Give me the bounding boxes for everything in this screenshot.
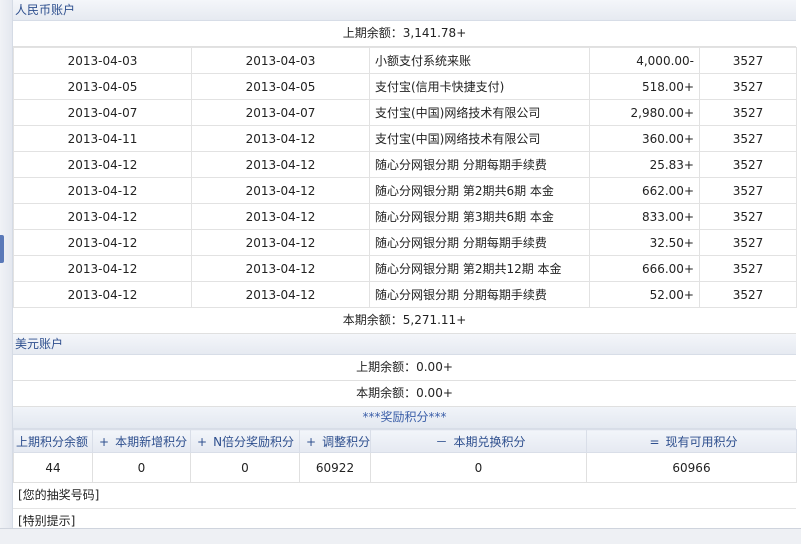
description-cell: 支付宝(信用卡快捷支付)	[369, 73, 590, 100]
usd-account-header: 美元账户	[13, 334, 796, 355]
table-row: 2013-04-12 2013-04-12 随心分网银分期 分期每期手续费 25.83…	[13, 151, 797, 178]
description-cell: 随心分网银分期 第2期共6期 本金	[369, 177, 590, 204]
amount-cell: 833.00+	[589, 203, 700, 230]
points-header-cell: － 本期兑换积分	[370, 429, 587, 453]
amount-cell: 52.00+	[589, 281, 700, 308]
points-header-cell: 上期积分余额	[13, 429, 93, 453]
points-header-label: N倍分奖励积分	[213, 434, 295, 449]
table-row: 2013-04-12 2013-04-12 随心分网银分期 第3期共6期 本金 833…	[13, 203, 797, 230]
table-row: 2013-04-07 2013-04-07 支付宝(中国)网络技术有限公司 2,980…	[13, 99, 797, 126]
points-value-cell: 0	[370, 452, 587, 483]
posting-date-cell: 2013-04-12	[191, 255, 370, 282]
transaction-date-cell: 2013-04-03	[13, 47, 192, 74]
points-operator: +	[197, 434, 208, 449]
description-cell: 随心分网银分期 分期每期手续费	[369, 229, 590, 256]
table-row: 2013-04-12 2013-04-12 随心分网银分期 第2期共12期 本金 66…	[13, 255, 797, 282]
rmb-closing-balance: 本期余额：5,271.11+	[13, 308, 796, 334]
points-header-label: 现有可用积分	[665, 434, 738, 449]
points-value-cell: 0	[190, 452, 300, 483]
points-header-label: 调整积分	[322, 434, 371, 449]
usd-closing-balance: 本期余额：0.00+	[13, 381, 796, 407]
points-operator: =	[649, 434, 660, 449]
amount-cell: 25.83+	[589, 151, 700, 178]
transaction-date-cell: 2013-04-12	[13, 177, 192, 204]
transaction-date-cell: 2013-04-12	[13, 151, 192, 178]
posting-date-cell: 2013-04-05	[191, 73, 370, 100]
card-suffix-cell: 3527	[699, 177, 797, 204]
points-header-cell: = 现有可用积分	[586, 429, 797, 453]
transaction-date-cell: 2013-04-12	[13, 281, 192, 308]
description-cell: 小额支付系统来账	[369, 47, 590, 74]
card-suffix-cell: 3527	[699, 125, 797, 152]
points-value-cell: 0	[92, 452, 191, 483]
rmb-opening-balance: 上期余额：3,141.78+	[13, 21, 796, 47]
points-table: 上期积分余额 + 本期新增积分 + N倍分奖励积分 + 调整积分 － 本期兑换积分 = 现有可用积分…	[13, 429, 797, 483]
amount-cell: 666.00+	[589, 255, 700, 282]
table-row: 2013-04-11 2013-04-12 支付宝(中国)网络技术有限公司 360.0…	[13, 125, 797, 152]
usd-opening-balance: 上期余额：0.00+	[13, 355, 796, 381]
posting-date-cell: 2013-04-12	[191, 177, 370, 204]
amount-cell: 4,000.00-	[589, 47, 700, 74]
points-header-label: 本期新增积分	[115, 434, 188, 449]
description-cell: 随心分网银分期 第3期共6期 本金	[369, 203, 590, 230]
amount-cell: 518.00+	[589, 73, 700, 100]
table-row: 2013-04-05 2013-04-05 支付宝(信用卡快捷支付) 518.00+ 3…	[13, 73, 797, 100]
transaction-date-cell: 2013-04-07	[13, 99, 192, 126]
posting-date-cell: 2013-04-12	[191, 151, 370, 178]
card-suffix-cell: 3527	[699, 99, 797, 126]
bottom-scrollbar[interactable]	[0, 528, 801, 544]
posting-date-cell: 2013-04-03	[191, 47, 370, 74]
transaction-date-cell: 2013-04-12	[13, 203, 192, 230]
amount-cell: 32.50+	[589, 229, 700, 256]
points-operator: －	[435, 434, 448, 449]
transaction-date-cell: 2013-04-05	[13, 73, 192, 100]
amount-cell: 360.00+	[589, 125, 700, 152]
points-section-title: ***奖励积分***	[13, 407, 796, 429]
table-row: 2013-04-12 2013-04-12 随心分网银分期 分期每期手续费 52.00…	[13, 281, 797, 308]
card-suffix-cell: 3527	[699, 73, 797, 100]
left-edge-panel	[0, 0, 13, 543]
points-header-cell: + 本期新增积分	[92, 429, 191, 453]
rmb-transaction-table: 2013-04-03 2013-04-03 小额支付系统来账 4,000.00- 352…	[13, 47, 797, 308]
card-suffix-cell: 3527	[699, 151, 797, 178]
amount-cell: 2,980.00+	[589, 99, 700, 126]
description-cell: 随心分网银分期 第2期共12期 本金	[369, 255, 590, 282]
statement-content: 人民币账户 上期余额：3,141.78+ 2013-04-03 2013-04-0…	[13, 0, 797, 535]
card-suffix-cell: 3527	[699, 229, 797, 256]
table-row: 2013-04-03 2013-04-03 小额支付系统来账 4,000.00- 352…	[13, 47, 797, 74]
transaction-date-cell: 2013-04-11	[13, 125, 192, 152]
description-cell: 支付宝(中国)网络技术有限公司	[369, 125, 590, 152]
transaction-date-cell: 2013-04-12	[13, 255, 192, 282]
description-cell: 随心分网银分期 分期每期手续费	[369, 151, 590, 178]
points-value-cell: 60922	[299, 452, 371, 483]
posting-date-cell: 2013-04-12	[191, 203, 370, 230]
card-suffix-cell: 3527	[699, 203, 797, 230]
points-header-cell: + 调整积分	[299, 429, 371, 453]
table-row: 2013-04-12 2013-04-12 随心分网银分期 第2期共6期 本金 662…	[13, 177, 797, 204]
transaction-date-cell: 2013-04-12	[13, 229, 192, 256]
posting-date-cell: 2013-04-07	[191, 99, 370, 126]
panel-collapse-handle[interactable]	[0, 235, 4, 263]
posting-date-cell: 2013-04-12	[191, 125, 370, 152]
table-row: 2013-04-12 2013-04-12 随心分网银分期 分期每期手续费 32.50…	[13, 229, 797, 256]
amount-cell: 662.00+	[589, 177, 700, 204]
points-header-label: 上期积分余额	[16, 434, 89, 449]
card-suffix-cell: 3527	[699, 47, 797, 74]
lottery-number-label: [您的抽奖号码]	[13, 483, 796, 509]
card-suffix-cell: 3527	[699, 281, 797, 308]
points-operator: +	[99, 434, 110, 449]
points-header-cell: + N倍分奖励积分	[190, 429, 300, 453]
rmb-account-header: 人民币账户	[13, 0, 796, 21]
description-cell: 随心分网银分期 分期每期手续费	[369, 281, 590, 308]
points-operator: +	[306, 434, 317, 449]
posting-date-cell: 2013-04-12	[191, 229, 370, 256]
card-suffix-cell: 3527	[699, 255, 797, 282]
points-header-label: 本期兑换积分	[453, 434, 526, 449]
posting-date-cell: 2013-04-12	[191, 281, 370, 308]
description-cell: 支付宝(中国)网络技术有限公司	[369, 99, 590, 126]
points-value-cell: 44	[13, 452, 93, 483]
points-value-cell: 60966	[586, 452, 797, 483]
